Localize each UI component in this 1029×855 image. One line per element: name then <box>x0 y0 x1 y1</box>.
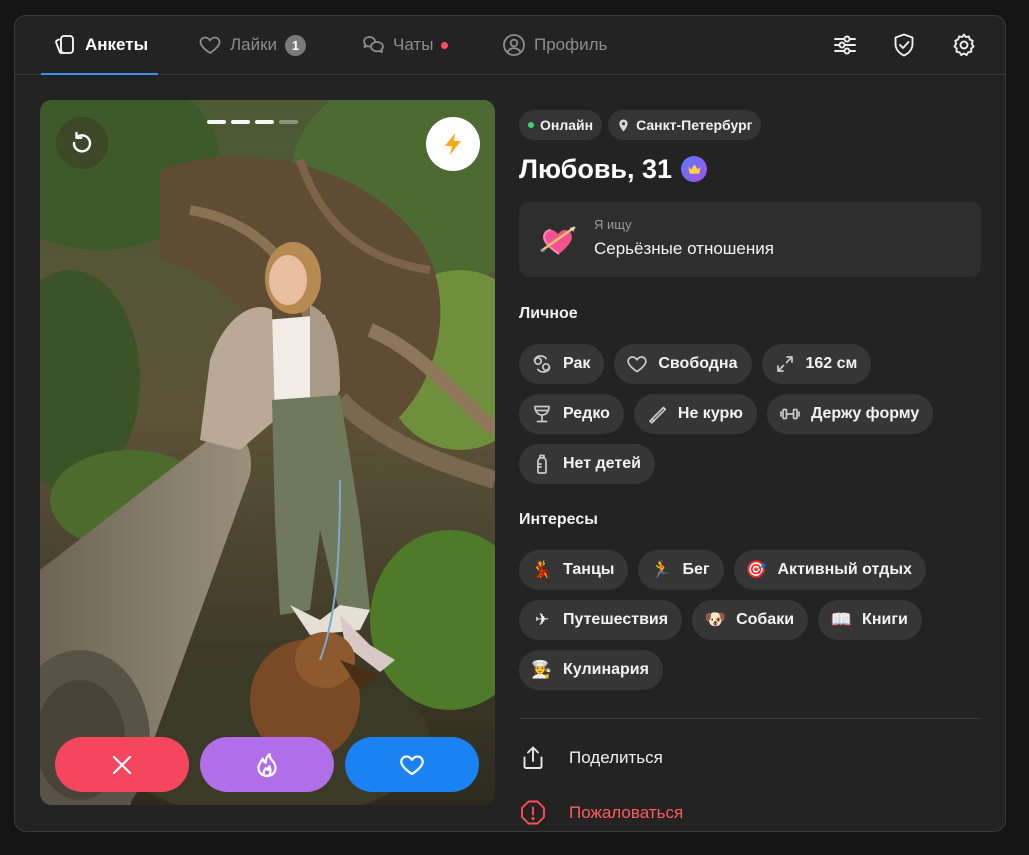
looking-for-box: Я ищу Серьёзные отношения <box>519 202 981 277</box>
cook-icon: 👩‍🍳 <box>531 659 553 680</box>
dumbbell-icon <box>780 408 800 420</box>
shield-icon <box>894 33 914 57</box>
gear-icon <box>953 33 975 56</box>
personal-pill: Редко <box>519 394 624 434</box>
dancer-icon: 💃 <box>531 559 553 580</box>
personal-pill: Держу форму <box>766 394 934 434</box>
tab-profiles[interactable]: Анкеты <box>40 16 159 75</box>
like-button[interactable] <box>345 737 479 792</box>
personal-pill: Свободна <box>614 344 752 384</box>
progress-segment <box>207 120 226 124</box>
superlike-button[interactable] <box>200 737 334 792</box>
photo-progress <box>207 120 298 124</box>
online-status: Онлайн <box>519 110 603 140</box>
top-navigation: Анкеты Лайки 1 Чаты Профиль <box>15 16 1005 75</box>
report-button[interactable]: Пожаловаться <box>519 799 683 827</box>
unread-dot <box>441 41 449 49</box>
tab-label: Анкеты <box>85 35 149 54</box>
height-icon <box>776 356 793 372</box>
undo-button[interactable] <box>56 117 108 169</box>
app-window: Анкеты Лайки 1 Чаты Профиль Онлайн Санкт… <box>14 15 1006 832</box>
location-pin-icon <box>619 118 628 132</box>
progress-segment <box>255 120 274 124</box>
zodiac-icon <box>533 355 551 373</box>
progress-segment <box>279 120 298 124</box>
profile-name: Любовь, 31 <box>519 153 673 184</box>
interests-section-title: Интересы <box>519 511 598 528</box>
tab-label: Лайки <box>230 35 278 54</box>
tab-chats[interactable]: Чаты <box>361 16 449 74</box>
interest-pills: 💃 Танцы 🏃 Бег 🎯 Активный отдых ✈ Путешествия… <box>519 550 969 690</box>
progress-segment <box>231 120 250 124</box>
personal-pill: Рак <box>519 344 605 384</box>
personal-section-title: Личное <box>519 305 578 322</box>
interest-pill: 🎯 Активный отдых <box>733 550 926 590</box>
dislike-button[interactable] <box>55 737 189 792</box>
divider <box>519 718 981 719</box>
personal-pills: Рак Свободна 162 см Редко Не курю Держу … <box>519 344 969 484</box>
likes-count-badge: 1 <box>285 34 307 56</box>
tab-profile[interactable]: Профиль <box>502 16 607 74</box>
warning-icon <box>521 800 545 825</box>
profile-photo <box>40 100 495 805</box>
tab-likes[interactable]: Лайки 1 <box>198 16 307 74</box>
online-dot <box>528 122 534 128</box>
chat-icon <box>363 36 384 53</box>
interest-pill: 🏃 Бег <box>638 550 724 590</box>
book-icon: 📖 <box>830 609 852 630</box>
interest-pill: 📖 Книги <box>818 600 922 640</box>
heart-arrow-icon <box>540 225 576 255</box>
heart-outline-icon <box>627 356 648 373</box>
looking-for-label: Я ищу <box>594 217 632 232</box>
target-icon: 🎯 <box>745 559 768 580</box>
flame-icon <box>257 752 277 777</box>
personal-pill: Нет детей <box>519 444 655 484</box>
filters-icon <box>834 35 856 55</box>
heart-icon <box>400 754 424 775</box>
looking-for-value: Серьёзные отношения <box>594 239 774 258</box>
close-icon <box>112 755 132 774</box>
personal-pill: 162 см <box>761 344 872 384</box>
share-button[interactable]: Поделиться <box>519 744 663 772</box>
cards-icon <box>55 35 74 55</box>
glass-icon <box>534 405 550 423</box>
interest-pill: ✈ Путешествия <box>519 600 683 640</box>
lightning-icon <box>445 133 461 155</box>
interest-pill: 🐶 Собаки <box>692 600 809 640</box>
undo-icon <box>72 131 92 153</box>
dog-icon: 🐶 <box>704 609 726 630</box>
interest-pill: 👩‍🍳 Кулинария <box>519 650 663 690</box>
user-icon <box>503 34 525 56</box>
share-icon <box>523 746 543 769</box>
profile-photo-card[interactable] <box>40 100 495 805</box>
city-chip: Санкт-Петербург <box>608 110 762 140</box>
heart-icon <box>199 36 221 54</box>
status-chips: Онлайн Санкт-Петербург <box>519 110 981 140</box>
personal-pill: Не курю <box>633 394 757 434</box>
no-smoking-icon <box>649 406 667 424</box>
airplane-icon: ✈ <box>534 609 550 630</box>
profile-info: Онлайн Санкт-Петербург Любовь, 31 Я ищу <box>519 110 981 825</box>
tab-label: Профиль <box>534 35 608 54</box>
bottle-icon <box>537 454 547 474</box>
interest-pill: 💃 Танцы <box>519 550 629 590</box>
tab-label: Чаты <box>393 35 434 54</box>
settings-button[interactable] <box>951 32 977 58</box>
boost-button[interactable] <box>426 117 480 171</box>
runner-icon: 🏃 <box>650 559 673 580</box>
premium-crown-icon <box>681 156 708 182</box>
name-row: Любовь, 31 <box>519 152 981 186</box>
safety-button[interactable] <box>891 32 917 58</box>
filters-button[interactable] <box>832 32 858 58</box>
